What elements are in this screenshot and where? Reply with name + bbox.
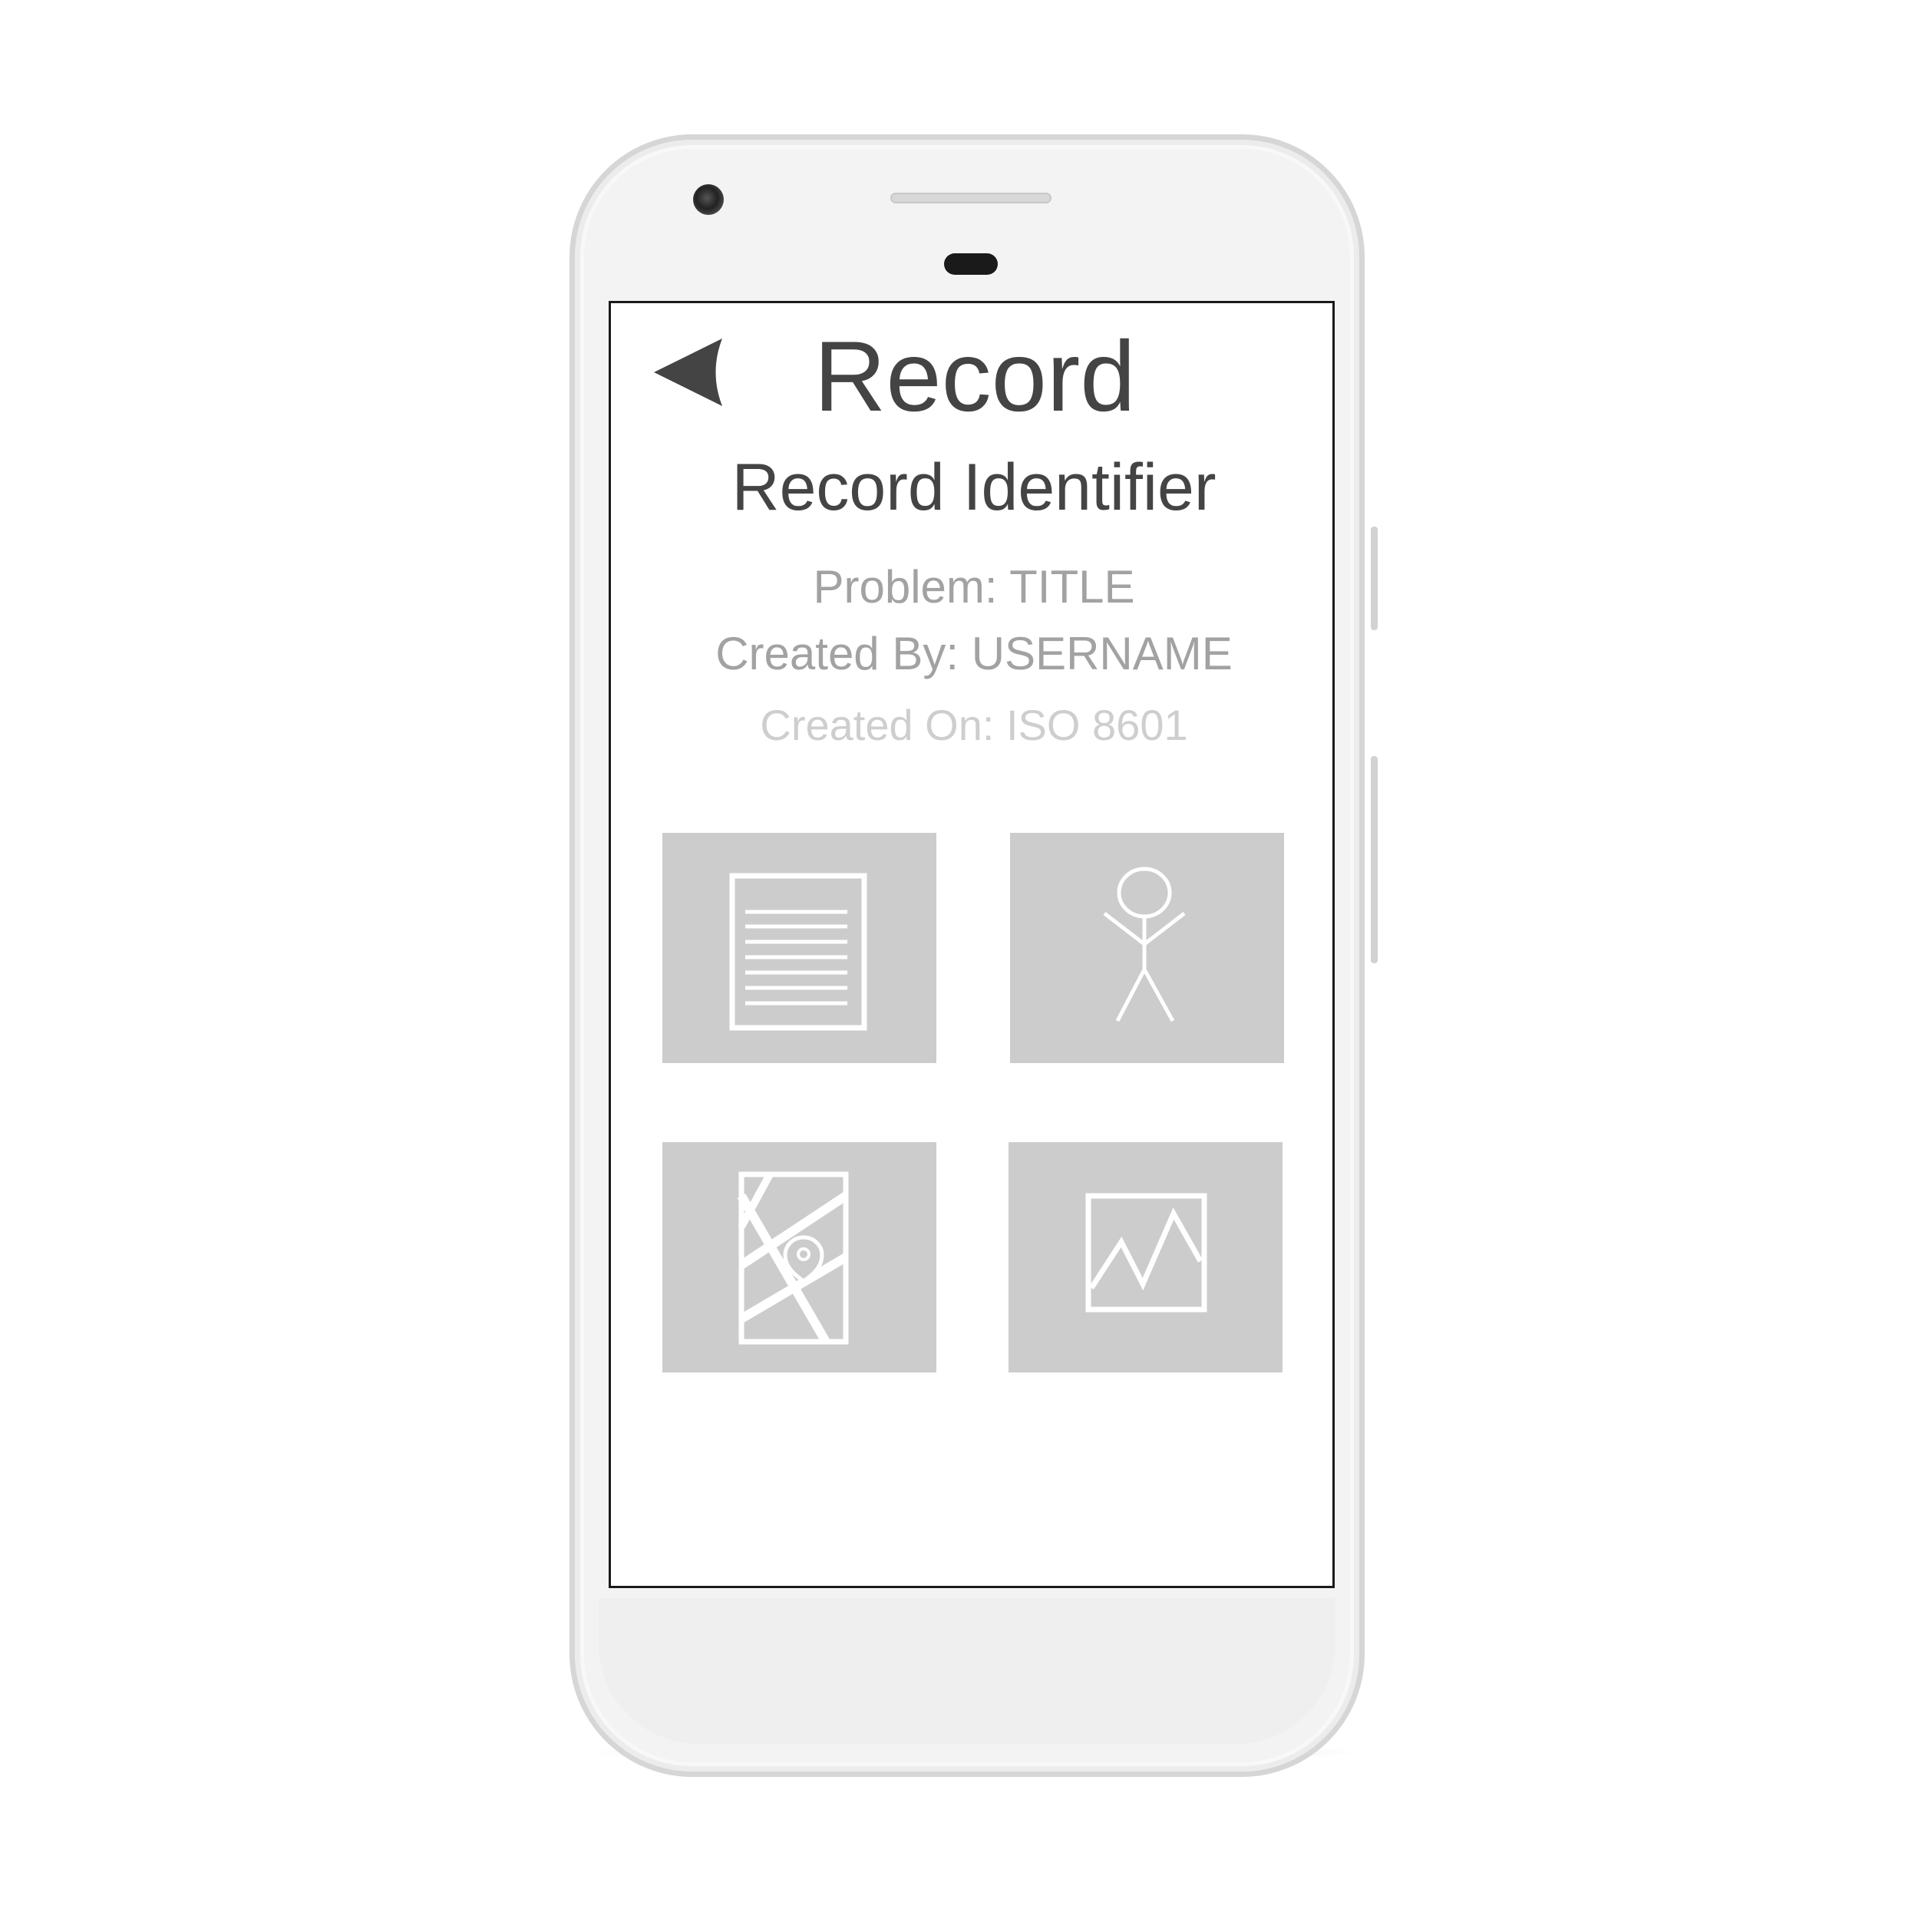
person-tile[interactable] bbox=[1010, 833, 1284, 1063]
document-tile[interactable] bbox=[662, 833, 936, 1063]
map-tile[interactable] bbox=[662, 1142, 936, 1372]
phone-screen: Record Record Identifier Problem: TITLE … bbox=[609, 301, 1335, 1588]
map-pin-icon bbox=[737, 1171, 849, 1345]
created-by: Created By: USERNAME bbox=[715, 628, 1233, 679]
created-on: Created On: ISO 8601 bbox=[760, 701, 1188, 749]
person-icon bbox=[1103, 867, 1186, 1022]
problem-title: Problem: TITLE bbox=[813, 561, 1135, 613]
record-identifier: Record Identifier bbox=[731, 451, 1217, 524]
chart-tile[interactable] bbox=[1009, 1142, 1283, 1372]
volume-button bbox=[1371, 756, 1378, 963]
earpiece-speaker bbox=[890, 193, 1051, 203]
power-button bbox=[1371, 527, 1378, 630]
page-title: Record bbox=[814, 320, 1136, 432]
line-chart-icon bbox=[1085, 1193, 1207, 1313]
document-icon bbox=[729, 873, 867, 1031]
bottom-bezel bbox=[599, 1598, 1335, 1744]
proximity-sensor bbox=[944, 253, 998, 275]
front-camera-icon bbox=[693, 184, 724, 215]
